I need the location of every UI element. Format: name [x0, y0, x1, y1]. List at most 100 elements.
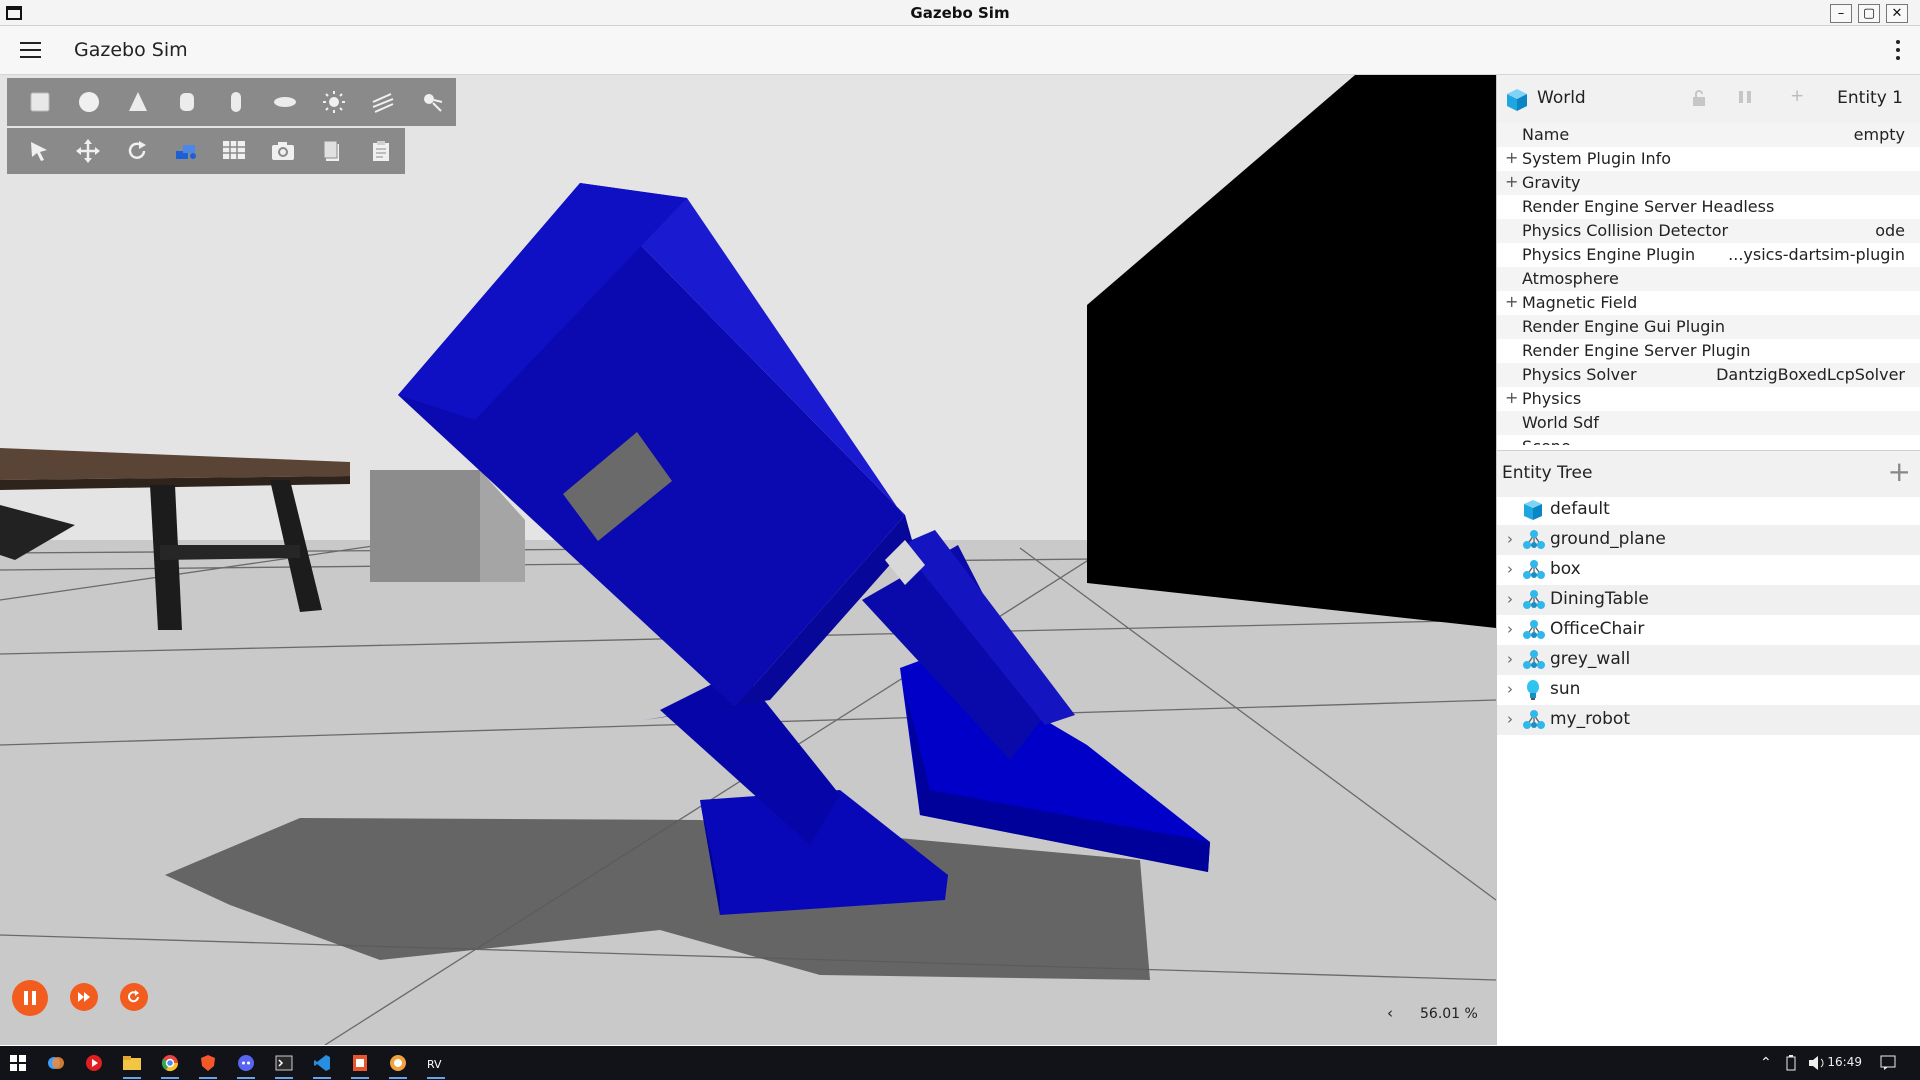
world-icon	[1522, 499, 1544, 526]
youtube-icon[interactable]	[82, 1052, 106, 1074]
box-icon[interactable]	[15, 82, 64, 122]
cylinder-icon[interactable]	[162, 82, 211, 122]
component-inspector-header: World + Entity 1	[1497, 75, 1920, 123]
component-value: DantzigBoxedLcpSolver	[1716, 365, 1905, 384]
translate-icon[interactable]	[64, 131, 113, 171]
app-icon[interactable]	[348, 1052, 372, 1079]
entity-tree-item[interactable]: › grey_wall	[1497, 645, 1920, 675]
point-light-icon[interactable]	[309, 82, 358, 122]
component-label: Physics Solver	[1522, 365, 1637, 384]
svg-text:RV: RV	[427, 1058, 442, 1071]
maximize-button[interactable]: ▢	[1858, 4, 1880, 23]
add-entity-icon[interactable]: +	[1888, 455, 1911, 488]
model-icon	[1522, 649, 1546, 676]
chrome-icon[interactable]	[158, 1052, 182, 1079]
entity-tree-item[interactable]: default	[1497, 495, 1920, 525]
chevron-right-icon[interactable]: ›	[1507, 680, 1513, 698]
component-list: Name empty + System Plugin Info + Gravity Rend…	[1497, 123, 1920, 445]
cone-icon[interactable]	[113, 82, 162, 122]
entity-name: box	[1550, 559, 1581, 579]
add-component-icon[interactable]: +	[1790, 86, 1804, 106]
entity-name: sun	[1550, 679, 1581, 699]
component-row: Physics Engine Plugin ...ysics-dartsim-pl…	[1497, 243, 1920, 267]
minimize-button[interactable]: –	[1830, 4, 1852, 23]
chevron-right-icon[interactable]: ›	[1507, 620, 1513, 638]
speaker-icon[interactable]	[1808, 1055, 1826, 1075]
rotate-icon[interactable]	[113, 131, 162, 171]
entity-name: default	[1550, 499, 1610, 519]
component-value: ode	[1875, 221, 1905, 240]
component-label: Physics Engine Plugin	[1522, 245, 1696, 264]
spot-light-icon[interactable]	[407, 82, 456, 122]
chevron-up-icon[interactable]: ⌃	[1760, 1055, 1772, 1071]
entity-tree-header: Entity Tree +	[1497, 450, 1920, 497]
inspector-title: World	[1537, 88, 1586, 108]
component-label: Render Engine Server Headless	[1522, 197, 1775, 216]
file-explorer-icon[interactable]	[120, 1052, 144, 1079]
entity-tree-item[interactable]: › sun	[1497, 675, 1920, 705]
battery-icon[interactable]	[1786, 1055, 1796, 1075]
entity-tree-item[interactable]: › my_robot	[1497, 705, 1920, 735]
capsule-icon[interactable]	[211, 82, 260, 122]
pause-updates-icon[interactable]	[1738, 89, 1752, 109]
expand-plus-icon[interactable]: +	[1505, 292, 1518, 311]
scene-3d-viewport[interactable]	[0, 75, 1496, 1045]
reset-icon[interactable]	[120, 983, 148, 1011]
directional-light-icon[interactable]	[358, 82, 407, 122]
grid-icon[interactable]	[210, 131, 259, 171]
windows-start-icon[interactable]	[6, 1052, 30, 1074]
entity-tree-item[interactable]: › OfficeChair	[1497, 615, 1920, 645]
component-row[interactable]: + System Plugin Info	[1497, 147, 1920, 171]
kebab-menu-icon[interactable]	[1896, 40, 1900, 64]
step-forward-icon[interactable]	[70, 983, 98, 1011]
copilot-icon[interactable]	[44, 1052, 68, 1074]
entity-tree-item[interactable]: › DiningTable	[1497, 585, 1920, 615]
expand-plus-icon[interactable]: +	[1505, 148, 1518, 167]
terminal-icon[interactable]	[272, 1052, 296, 1079]
component-row[interactable]: + Gravity	[1497, 171, 1920, 195]
entity-tree-title: Entity Tree	[1502, 463, 1593, 483]
screenshot-icon[interactable]	[259, 131, 308, 171]
expand-plus-icon[interactable]: +	[1505, 172, 1518, 191]
model-icon	[1522, 619, 1546, 646]
component-label: Physics	[1522, 389, 1582, 408]
chevron-right-icon[interactable]: ›	[1507, 650, 1513, 668]
gazebo-icon[interactable]	[386, 1052, 410, 1079]
chevron-left-icon[interactable]: ‹	[1387, 1004, 1393, 1022]
model-icon	[1522, 529, 1546, 556]
entity-name: my_robot	[1550, 709, 1630, 729]
shapes-toolbar	[7, 78, 456, 126]
app-header: Gazebo Sim	[0, 26, 1920, 75]
lock-icon[interactable]	[1691, 89, 1707, 111]
ellipsoid-icon[interactable]	[260, 82, 309, 122]
hamburger-menu-icon[interactable]	[20, 42, 41, 58]
component-row[interactable]: + Physics	[1497, 387, 1920, 411]
paste-icon[interactable]	[356, 131, 405, 171]
expand-plus-icon[interactable]: +	[1505, 388, 1518, 407]
view-angle-icon[interactable]	[161, 131, 210, 171]
component-label: Atmosphere	[1522, 269, 1619, 288]
sphere-icon[interactable]	[64, 82, 113, 122]
light-icon	[1522, 679, 1544, 706]
entity-tree-item[interactable]: › ground_plane	[1497, 525, 1920, 555]
discord-icon[interactable]	[234, 1052, 258, 1079]
notification-icon[interactable]	[1880, 1055, 1896, 1075]
brave-icon[interactable]	[196, 1052, 220, 1079]
component-row: Render Engine Gui Plugin	[1497, 315, 1920, 339]
tools-toolbar	[7, 128, 405, 174]
chevron-right-icon[interactable]: ›	[1507, 530, 1513, 548]
component-label: System Plugin Info	[1522, 149, 1672, 168]
vscode-icon[interactable]	[310, 1052, 334, 1079]
component-row[interactable]: + Magnetic Field	[1497, 291, 1920, 315]
model-icon	[1522, 559, 1546, 586]
select-icon[interactable]	[15, 131, 64, 171]
rviz-icon[interactable]: RV	[424, 1052, 448, 1079]
chevron-right-icon[interactable]: ›	[1507, 560, 1513, 578]
copy-icon[interactable]	[308, 131, 357, 171]
chevron-right-icon[interactable]: ›	[1507, 590, 1513, 608]
chevron-right-icon[interactable]: ›	[1507, 710, 1513, 728]
close-button[interactable]: ✕	[1886, 4, 1908, 23]
clock[interactable]: 16:49	[1827, 1055, 1862, 1069]
entity-tree-item[interactable]: › box	[1497, 555, 1920, 585]
pause-icon[interactable]	[12, 980, 48, 1016]
